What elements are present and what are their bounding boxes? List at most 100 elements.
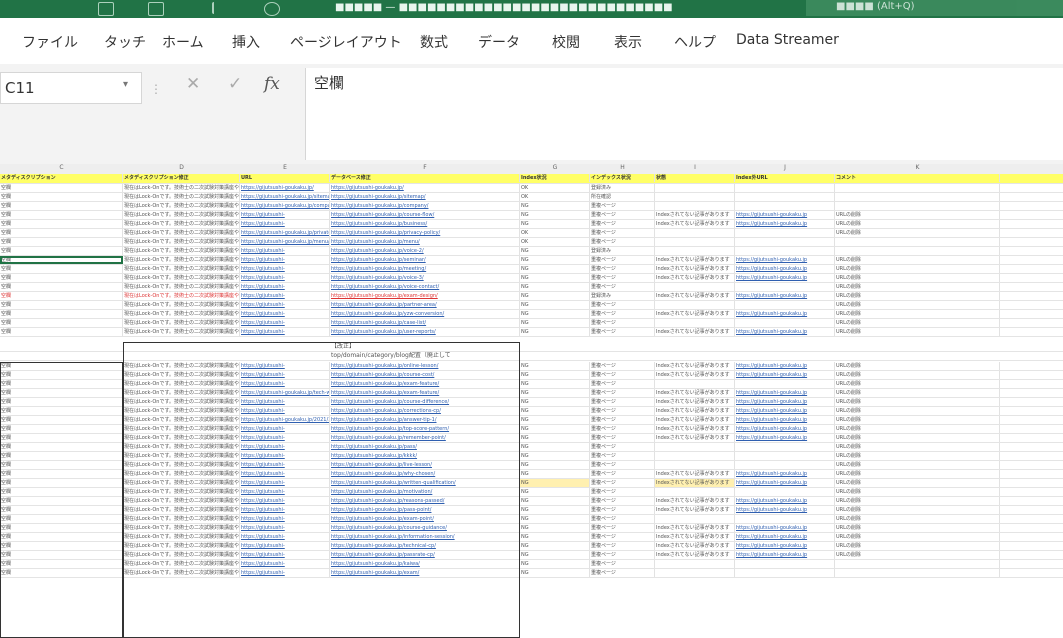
table-cell[interactable] [655,193,735,201]
selected-cell[interactable] [0,256,123,264]
tab-file[interactable]: ファイル [22,32,78,52]
table-cell[interactable]: URLの削除 [835,542,1000,550]
table-cell[interactable]: NG [520,542,590,550]
table-cell[interactable] [655,569,735,577]
table-cell[interactable]: URLの削除 [835,470,1000,478]
table-cell[interactable]: 重複ページ [590,380,655,388]
table-cell[interactable] [735,283,835,291]
table-cell[interactable]: https://gijutsushi- [240,220,330,228]
tab-insert[interactable]: 挿入 [232,32,260,52]
table-cell[interactable]: 重複ページ [590,560,655,568]
cancel-icon[interactable]: ✕ [186,74,200,94]
table-cell[interactable] [835,238,1000,246]
table-cell[interactable]: 空欄 [0,301,123,309]
table-cell[interactable]: https://gijutsushi- [240,274,330,282]
table-cell[interactable]: 空欄 [0,220,123,228]
table-cell[interactable]: 現在はLock-Onです。技術士の二次試験対策講座や、各企業様向け [123,184,240,192]
table-cell[interactable]: インデックス状況 [590,174,655,182]
table-cell[interactable]: 現在はLock-Onです。技術士の二次試験対策講座や、各企業様向け [123,310,240,318]
table-cell[interactable]: NG [520,461,590,469]
table-cell[interactable]: NG [520,425,590,433]
table-cell[interactable]: NG [520,319,590,327]
table-cell[interactable]: URLの削除 [835,425,1000,433]
table-cell[interactable]: Indexされてない記事があります [655,479,735,487]
tab-home[interactable]: ホーム [162,32,204,52]
table-cell[interactable] [835,184,1000,192]
table-cell[interactable]: 現在はLock-Onです。技術士の二次試験対策講座や、各企業様向け [123,292,240,300]
table-cell[interactable]: OK [520,238,590,246]
table-cell[interactable]: 空欄 [0,193,123,201]
worksheet-grid[interactable]: CDEFGHIJK メタディスクリプション メタディスクリプション修正 URL データ… [0,164,1063,638]
table-cell[interactable]: URLの削除 [835,461,1000,469]
table-cell[interactable]: NG [520,434,590,442]
formula-input[interactable]: 空欄 [305,68,1063,160]
table-cell[interactable] [735,443,835,451]
table-cell[interactable]: メタディスクリプション [0,174,123,182]
table-cell[interactable] [835,560,1000,568]
table-cell[interactable]: Indexされてない記事があります [655,310,735,318]
table-cell[interactable]: NG [520,515,590,523]
table-cell[interactable]: 登録済み [590,184,655,192]
name-box[interactable]: C11 ▾ [0,72,142,104]
table-cell[interactable]: Indexされてない記事があります [655,470,735,478]
table-cell[interactable]: URLの削除 [835,371,1000,379]
table-cell[interactable] [655,238,735,246]
table-cell[interactable]: Indexされてない記事があります [655,398,735,406]
table-cell[interactable] [735,247,835,255]
table-cell[interactable]: https://gijutsushi- [240,256,330,264]
table-cell[interactable]: 空欄 [0,247,123,255]
tab-formulas[interactable]: 数式 [420,32,448,52]
table-cell[interactable]: OK [520,229,590,237]
table-cell[interactable] [735,488,835,496]
tab-data-streamer[interactable]: Data Streamer [736,32,839,48]
table-cell[interactable]: Index状況 [520,174,590,182]
table-cell[interactable]: URLの削除 [835,319,1000,327]
table-cell[interactable]: Indexされてない記事があります [655,407,735,415]
table-cell[interactable]: https://gijutsushi-goukaku.jp [735,407,835,415]
table-cell[interactable]: https://gijutsushi- [240,319,330,327]
table-cell[interactable]: URLの削除 [835,443,1000,451]
table-cell[interactable]: URLの削除 [835,362,1000,370]
table-cell[interactable]: https://gijutsushi-goukaku.jp/company/ [240,202,330,210]
table-cell[interactable]: OK [520,193,590,201]
table-cell[interactable]: Index外URL [735,174,835,182]
table-cell[interactable]: https://gijutsushi-goukaku.jp/ [240,184,330,192]
table-cell[interactable] [655,184,735,192]
table-cell[interactable]: https://gijutsushi-goukaku.jp [735,371,835,379]
table-cell[interactable]: URLの削除 [835,506,1000,514]
table-cell[interactable]: URLの削除 [835,488,1000,496]
table-cell[interactable] [655,229,735,237]
table-cell[interactable]: https://gijutsushi-goukaku.jp [735,542,835,550]
table-cell[interactable]: 重複ページ [590,310,655,318]
table-cell[interactable]: URLの削除 [835,452,1000,460]
table-cell[interactable]: 現在はLock-Onです。技術士の二次試験対策講座や、各企業様向け [123,247,240,255]
column-letter[interactable]: D [123,164,240,171]
table-cell[interactable] [655,560,735,568]
table-cell[interactable]: NG [520,398,590,406]
table-cell[interactable]: 重複ページ [590,461,655,469]
table-cell[interactable]: https://gijutsushi-goukaku.jp/voice-cont… [330,283,520,291]
chevron-down-icon[interactable]: ▾ [123,79,128,90]
table-cell[interactable]: NG [520,310,590,318]
table-cell[interactable]: NG [520,371,590,379]
table-cell[interactable]: Indexされてない記事があります [655,533,735,541]
table-cell[interactable]: https://gijutsushi-goukaku.jp [735,274,835,282]
table-cell[interactable] [835,193,1000,201]
table-cell[interactable]: 重複ページ [590,301,655,309]
table-cell[interactable] [835,569,1000,577]
table-cell[interactable]: Indexされてない記事があります [655,416,735,424]
table-cell[interactable]: https://gijutsushi-goukaku.jp/meeting/ [330,265,520,273]
table-cell[interactable]: 重複ページ [590,398,655,406]
table-cell[interactable]: 重複ページ [590,256,655,264]
table-cell[interactable]: 重複ページ [590,416,655,424]
column-letter[interactable]: K [835,164,1000,171]
table-cell[interactable]: https://gijutsushi-goukaku.jp/voice-2/ [330,247,520,255]
table-cell[interactable]: URLの削除 [835,211,1000,219]
table-cell[interactable]: https://gijutsushi-goukaku.jp/exam-desig… [330,292,520,300]
table-cell[interactable]: 重複ページ [590,551,655,559]
table-cell[interactable]: 現在はLock-Onです。技術士の二次試験対策講座や、各企業様向け [123,328,240,336]
table-cell[interactable]: 重複ページ [590,283,655,291]
table-cell[interactable]: NG [520,497,590,505]
column-letter[interactable]: E [240,164,330,171]
table-cell[interactable]: 登録済み [590,292,655,300]
